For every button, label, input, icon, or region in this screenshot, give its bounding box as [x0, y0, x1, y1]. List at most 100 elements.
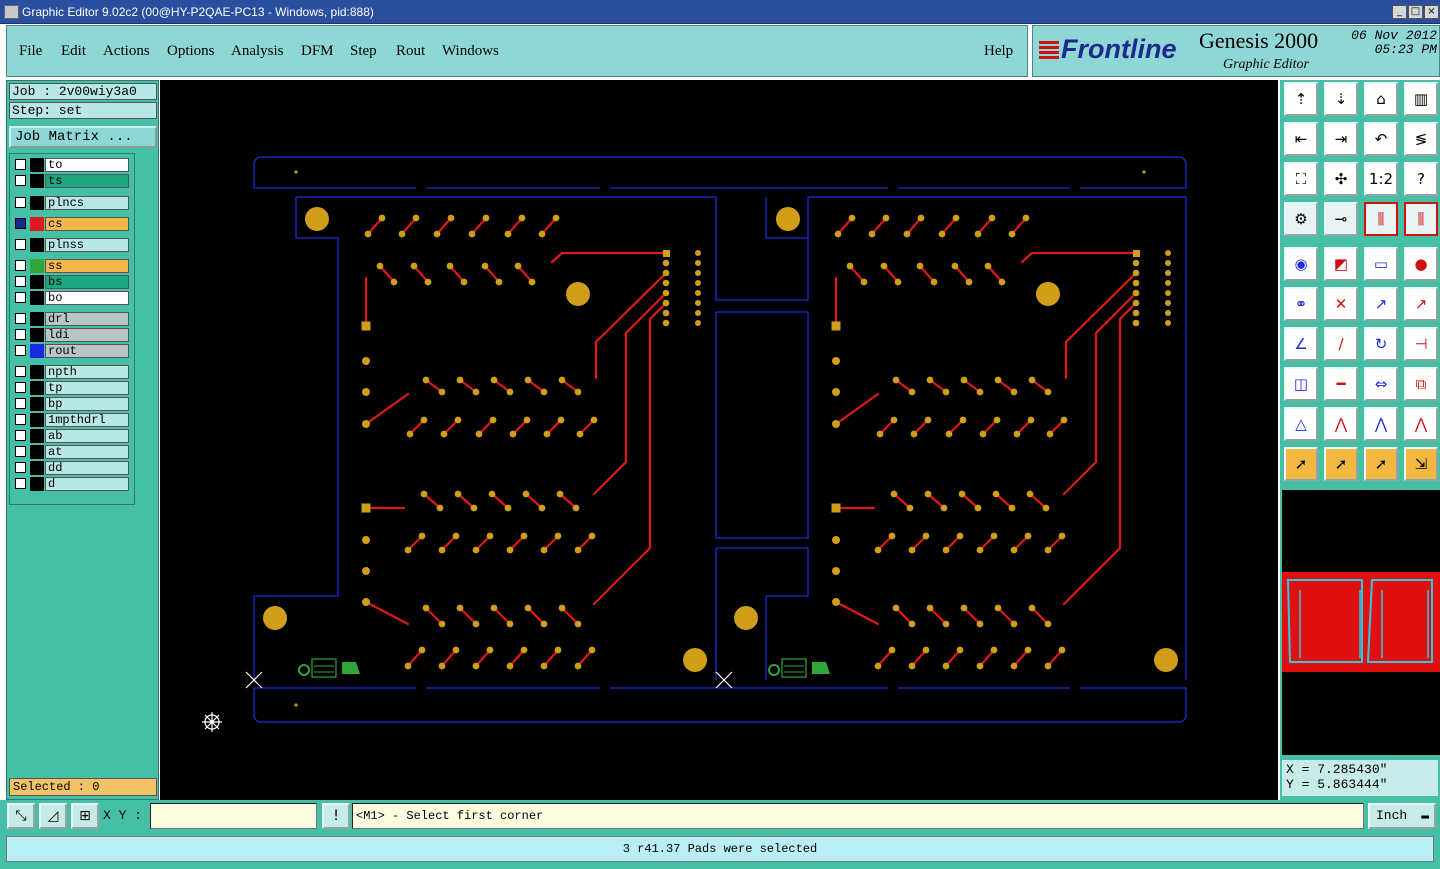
- layer-name[interactable]: at: [45, 445, 129, 459]
- line-point-icon[interactable]: ↗: [1364, 287, 1398, 321]
- layer-name[interactable]: bo: [45, 291, 129, 305]
- menu-analysis[interactable]: Analysis: [231, 43, 284, 60]
- layer-checkbox[interactable]: [15, 462, 26, 473]
- layer-row-rout[interactable]: rout: [13, 344, 131, 358]
- peak-red-icon[interactable]: ⋀: [1404, 407, 1438, 441]
- layers-red2-icon[interactable]: ⫼: [1404, 202, 1438, 236]
- layer-row-at[interactable]: at: [13, 445, 131, 459]
- layer-row-drl[interactable]: drl: [13, 312, 131, 326]
- layers-red-icon[interactable]: ⫼: [1364, 202, 1398, 236]
- layer-row-ldi[interactable]: ldi: [13, 328, 131, 342]
- layer-row-bs[interactable]: bs: [13, 275, 131, 289]
- layer-name[interactable]: cs: [45, 217, 129, 231]
- line-point-red-icon[interactable]: ↗: [1404, 287, 1438, 321]
- layer-checkbox[interactable]: [15, 175, 26, 186]
- layer-checkbox[interactable]: [15, 382, 26, 393]
- erase-icon[interactable]: ◩: [1324, 247, 1358, 281]
- layer-checkbox[interactable]: [15, 239, 26, 250]
- layer-name[interactable]: ldi: [45, 328, 129, 342]
- zoom-home-icon[interactable]: ⇡: [1284, 82, 1318, 116]
- menu-edit[interactable]: Edit: [61, 43, 86, 60]
- graphic-canvas[interactable]: [160, 80, 1278, 800]
- layer-row-d[interactable]: d: [13, 477, 131, 491]
- layer-checkbox[interactable]: [15, 430, 26, 441]
- layer-name[interactable]: tp: [45, 381, 129, 395]
- pan-left-icon[interactable]: ⇤: [1284, 122, 1318, 156]
- ruler-icon[interactable]: ▭: [1364, 247, 1398, 281]
- layer-row-tp[interactable]: tp: [13, 381, 131, 395]
- xy-input[interactable]: [150, 803, 317, 829]
- help-icon[interactable]: ?: [1404, 162, 1438, 196]
- line-icon[interactable]: ━: [1324, 367, 1358, 401]
- rotate-icon[interactable]: ↻: [1364, 327, 1398, 361]
- connect-icon[interactable]: ⚭: [1284, 287, 1318, 321]
- layer-checkbox[interactable]: [15, 197, 26, 208]
- peak-blue-icon[interactable]: ⋀: [1364, 407, 1398, 441]
- layer-checkbox[interactable]: [15, 329, 26, 340]
- layer-name[interactable]: to: [45, 158, 129, 172]
- layer-row-bo[interactable]: bo: [13, 291, 131, 305]
- pad-icon[interactable]: ●: [1404, 247, 1438, 281]
- copy-icon[interactable]: ⧉: [1404, 367, 1438, 401]
- layer-name[interactable]: ss: [45, 259, 129, 273]
- maximize-button[interactable]: □: [1408, 5, 1423, 19]
- menu-step[interactable]: Step: [350, 43, 377, 60]
- menu-actions[interactable]: Actions: [103, 43, 150, 60]
- layer-name[interactable]: plnss: [45, 238, 129, 252]
- unit-selector[interactable]: Inch ▬: [1368, 803, 1436, 829]
- zoom-down-icon[interactable]: ⇣: [1324, 82, 1358, 116]
- overview-map[interactable]: [1282, 490, 1440, 755]
- layer-checkbox[interactable]: [15, 159, 26, 170]
- layer-name[interactable]: drl: [45, 312, 129, 326]
- peak-icon[interactable]: ⋀: [1324, 407, 1358, 441]
- alert-button[interactable]: !: [322, 803, 350, 829]
- layer-name[interactable]: dd: [45, 461, 129, 475]
- menu-windows[interactable]: Windows: [442, 43, 499, 60]
- menu-options[interactable]: Options: [167, 43, 215, 60]
- layer-name[interactable]: 1mpthdrl: [45, 413, 129, 427]
- layer-row-plnss[interactable]: plnss: [13, 238, 131, 252]
- select-icon[interactable]: ➚: [1284, 447, 1318, 481]
- measure-point-icon[interactable]: ⊸: [1324, 202, 1358, 236]
- layer-checkbox[interactable]: [15, 478, 26, 489]
- layer-row-dd[interactable]: dd: [13, 461, 131, 475]
- snap-icon[interactable]: ⚙: [1284, 202, 1318, 236]
- select-arrow-icon[interactable]: ➚: [1364, 447, 1398, 481]
- layer-name[interactable]: plncs: [45, 196, 129, 210]
- layer-row-to[interactable]: to: [13, 158, 131, 172]
- layer-row-ab[interactable]: ab: [13, 429, 131, 443]
- redraw-icon[interactable]: ≶: [1404, 122, 1438, 156]
- menu-dfm[interactable]: DFM: [301, 43, 334, 60]
- layer-checkbox[interactable]: [15, 313, 26, 324]
- triangle-icon[interactable]: △: [1284, 407, 1318, 441]
- layer-checkbox[interactable]: [15, 218, 26, 229]
- move-icon[interactable]: ◫: [1284, 367, 1318, 401]
- select-route-icon[interactable]: ⇲: [1404, 447, 1438, 481]
- layer-name[interactable]: bp: [45, 397, 129, 411]
- fit-icon[interactable]: ⛶: [1284, 162, 1318, 196]
- layer-checkbox[interactable]: [15, 414, 26, 425]
- menu-file[interactable]: File: [19, 43, 42, 60]
- angle-icon[interactable]: ∠: [1284, 327, 1318, 361]
- layer-row-ss[interactable]: ss: [13, 259, 131, 273]
- layer-checkbox[interactable]: [15, 366, 26, 377]
- layer-name[interactable]: ab: [45, 429, 129, 443]
- fill-icon[interactable]: ◉: [1284, 247, 1318, 281]
- layer-name[interactable]: ts: [45, 174, 129, 188]
- layer-row-ts[interactable]: ts: [13, 174, 131, 188]
- layer-name[interactable]: d: [45, 477, 129, 491]
- center-icon[interactable]: ✣: [1324, 162, 1358, 196]
- zoom-area-icon[interactable]: ⤡: [7, 803, 35, 829]
- layer-name[interactable]: npth: [45, 365, 129, 379]
- layer-checkbox[interactable]: [15, 260, 26, 271]
- stretch-icon[interactable]: ⇔: [1364, 367, 1398, 401]
- layer-row-npth[interactable]: npth: [13, 365, 131, 379]
- minimize-button[interactable]: _: [1392, 5, 1407, 19]
- grid-icon[interactable]: ⊞: [71, 803, 99, 829]
- one-to-one-icon[interactable]: 1:2: [1364, 162, 1398, 196]
- layer-checkbox[interactable]: [15, 398, 26, 409]
- menu-rout[interactable]: Rout: [396, 43, 425, 60]
- layer-row-bp[interactable]: bp: [13, 397, 131, 411]
- layer-checkbox[interactable]: [15, 276, 26, 287]
- cross-icon[interactable]: ✕: [1324, 287, 1358, 321]
